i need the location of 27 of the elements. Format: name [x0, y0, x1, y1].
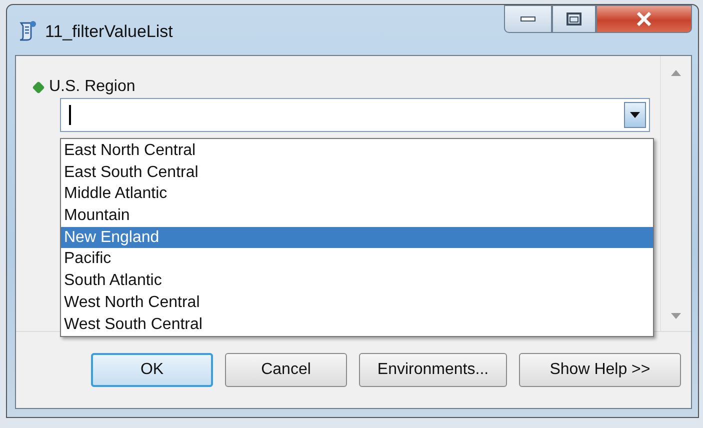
dropdown-option[interactable]: East North Central — [61, 140, 653, 162]
dialog-button[interactable]: Environments... — [359, 353, 507, 387]
text-cursor — [69, 105, 70, 125]
close-button[interactable] — [596, 5, 692, 33]
close-icon — [635, 11, 653, 27]
dropdown-option[interactable]: South Atlantic — [61, 270, 653, 292]
dropdown-option[interactable]: East South Central — [61, 162, 653, 184]
script-icon — [19, 21, 36, 41]
scroll-down-icon[interactable] — [671, 313, 681, 319]
scroll-up-icon[interactable] — [671, 70, 681, 76]
maximize-button[interactable] — [552, 5, 596, 33]
dropdown-option[interactable]: West South Central — [61, 314, 653, 336]
dropdown-option[interactable]: New England — [61, 226, 653, 248]
dropdown-option[interactable]: Mountain — [61, 205, 653, 227]
dialog-button[interactable]: OK — [91, 353, 213, 387]
dropdown-option[interactable]: Middle Atlantic — [61, 183, 653, 206]
window-title: 11_filterValueList — [45, 22, 173, 42]
caret-icon — [630, 112, 640, 118]
parameter-label: U.S. Region — [49, 78, 136, 96]
dialog-button[interactable]: Cancel — [225, 353, 347, 387]
dropdown-button[interactable] — [624, 102, 646, 128]
minimize-button[interactable] — [504, 5, 552, 33]
dialog-button[interactable]: Show Help >> — [519, 353, 681, 387]
dropdown-option[interactable]: Pacific — [61, 248, 653, 270]
dropdown-option[interactable]: West North Central — [61, 292, 653, 314]
minimize-icon — [520, 16, 536, 22]
maximize-icon — [566, 12, 582, 26]
